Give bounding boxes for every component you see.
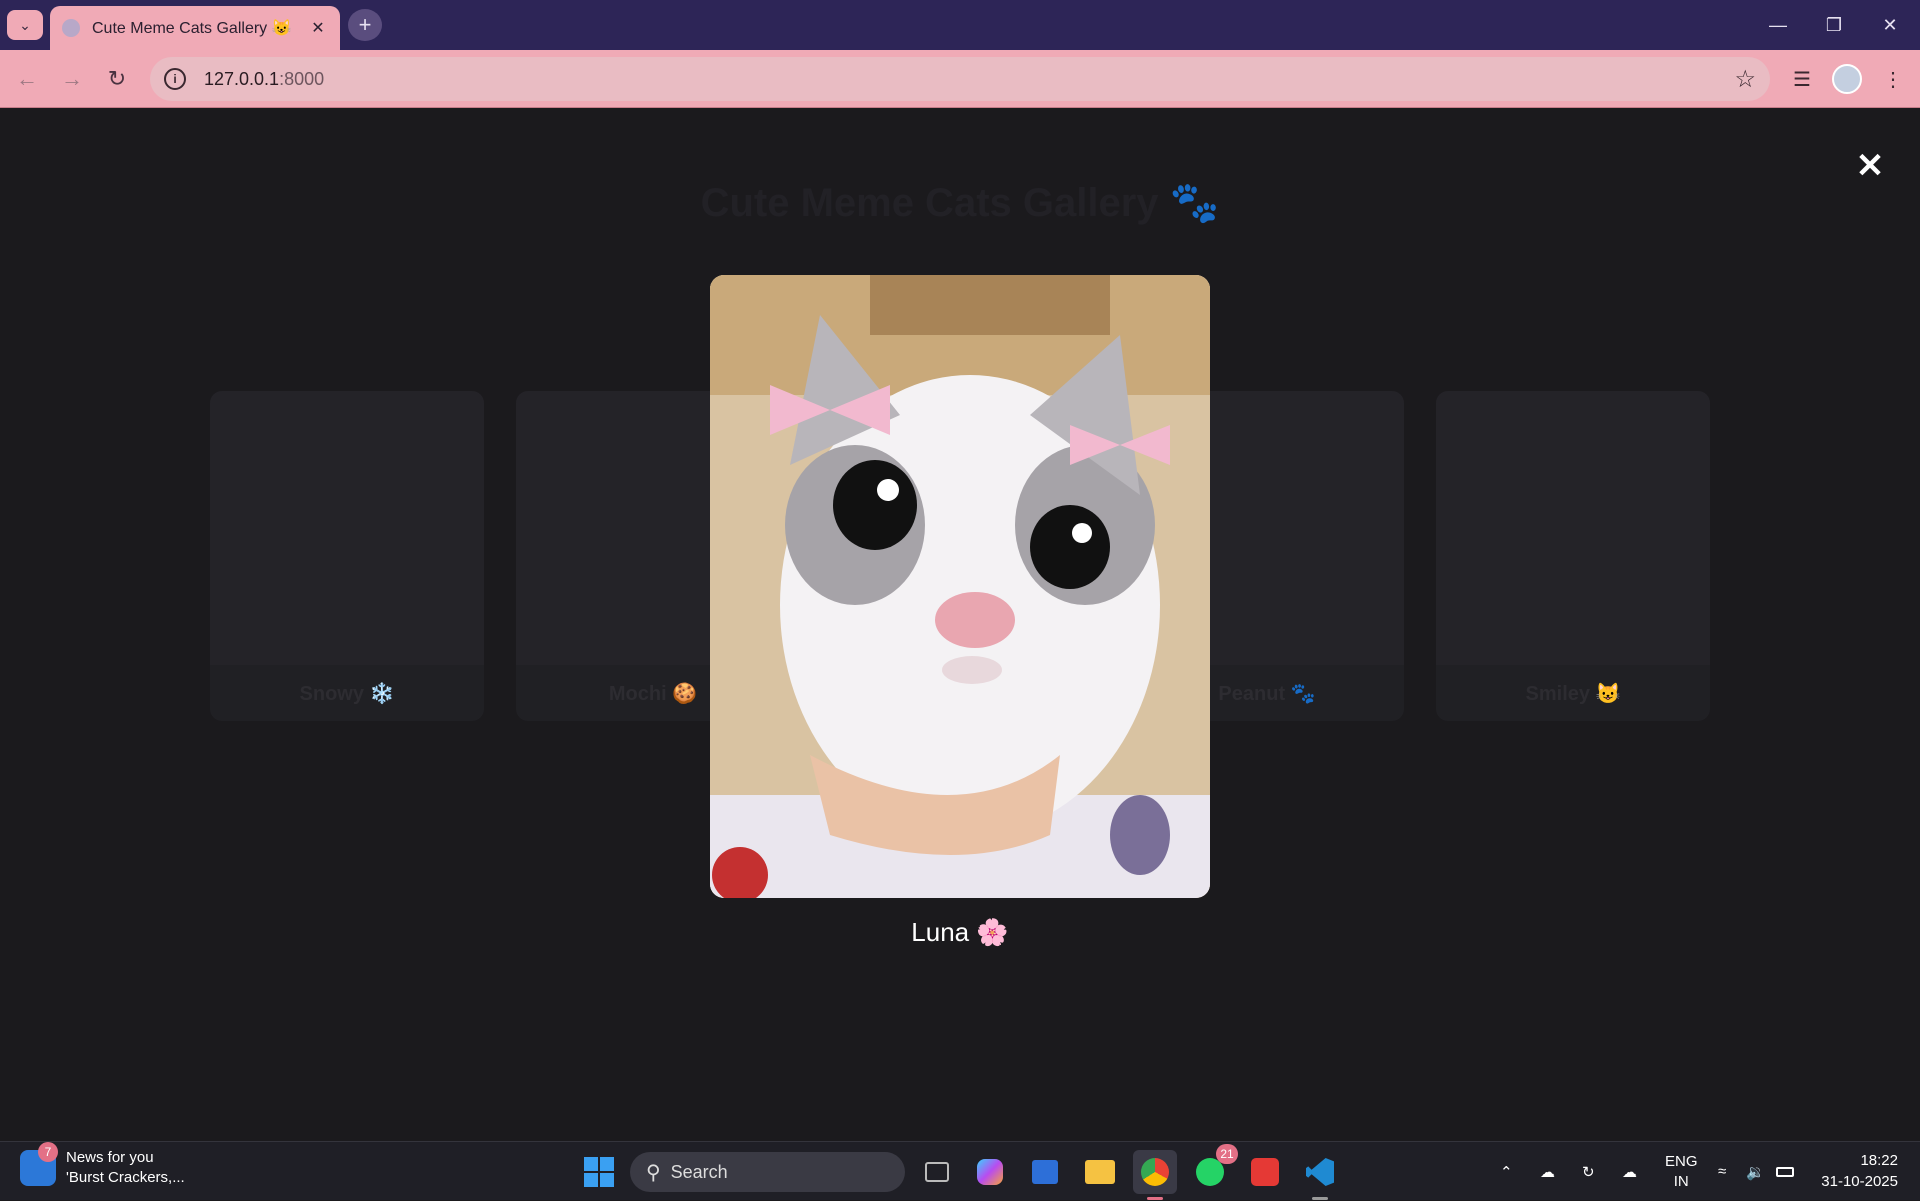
forward-button[interactable]: → [55,62,89,96]
avatar [1832,64,1862,94]
cat-name: Snowy ❄️ [299,682,395,705]
url-host: 127.0.0.1 [204,68,280,89]
news-widget[interactable]: 7 News for you 'Burst Crackers,... [20,1142,185,1188]
new-tab-button[interactable]: + [348,9,382,41]
reload-button[interactable]: ↻ [100,62,134,96]
store-button[interactable] [1023,1150,1067,1194]
battery-icon[interactable] [1776,1142,1794,1201]
page-content: Cute Meme Cats Gallery 🐾 Snowy ❄️ Mochi … [0,109,1920,1141]
chevron-down-icon: ⌄ [19,16,31,33]
arrow-right-icon: → [61,66,83,91]
wps-office-button[interactable] [1243,1150,1287,1194]
weather-news-icon: 7 [20,1142,58,1186]
profile-button[interactable] [1830,62,1864,96]
file-explorer-button[interactable] [1078,1150,1122,1194]
windows-logo-icon [584,1157,614,1187]
language-code: ENG [1665,1152,1698,1170]
whatsapp-button[interactable]: 21 [1188,1144,1238,1194]
tab-strip: ⌄ Cute Meme Cats Gallery 😺 ✕ + — ❐ ✕ [0,0,1920,50]
onedrive-icon[interactable]: ☁ [1540,1142,1555,1201]
folder-icon [1085,1160,1115,1184]
minimize-button[interactable]: — [1750,8,1806,42]
cat-photo [210,391,484,665]
taskbar: 7 News for you 'Burst Crackers,... ⚲ Sea… [0,1141,1920,1200]
language-indicator[interactable]: ENG IN [1665,1142,1698,1201]
modal-close-button[interactable]: ✕ [1848,144,1892,188]
news-title: News for you [66,1149,154,1166]
copilot-icon [977,1159,1003,1185]
sync-icon[interactable]: ↻ [1582,1142,1595,1201]
clock-date: 31-10-2025 [1821,1173,1898,1190]
start-button[interactable] [577,1150,621,1194]
cat-name: Smiley 😺 [1525,682,1621,705]
cat-card[interactable]: Snowy ❄️ [210,391,484,721]
news-badge: 7 [38,1142,58,1162]
chrome-icon [1141,1158,1169,1186]
bookmark-star-icon[interactable]: ☆ [1734,65,1756,94]
task-view-icon [925,1162,949,1182]
show-hidden-icons-button[interactable]: ⌃ [1500,1142,1513,1201]
cloud-status-icon[interactable]: ☁ [1622,1142,1637,1201]
page-title: Cute Meme Cats Gallery 🐾 [700,181,1220,225]
site-info-icon[interactable]: i [164,68,186,90]
store-icon [1032,1160,1058,1184]
wps-icon [1251,1158,1279,1186]
whatsapp-badge: 21 [1216,1144,1238,1164]
menu-kebab-icon[interactable]: ⋮ [1876,62,1910,96]
vscode-icon [1306,1158,1334,1186]
clock[interactable]: 18:22 31-10-2025 [1818,1150,1898,1192]
search-icon: ⚲ [646,1161,661,1184]
tab-title: Cute Meme Cats Gallery 😺 [92,20,292,37]
tab-active[interactable]: Cute Meme Cats Gallery 😺 ✕ [50,6,340,50]
browser-toolbar: ← → ↻ i 127.0.0.1:8000 ☆ ☰ ⋮ [0,50,1920,108]
arrow-left-icon: ← [16,66,38,91]
favicon-icon [62,19,80,37]
address-bar[interactable]: i 127.0.0.1:8000 ☆ [150,57,1770,101]
close-window-button[interactable]: ✕ [1862,8,1918,42]
task-view-button[interactable] [915,1150,959,1194]
chrome-button[interactable] [1133,1150,1177,1200]
clock-time: 18:22 [1860,1152,1898,1169]
vscode-button[interactable] [1298,1150,1342,1200]
restore-button[interactable]: ❐ [1806,8,1862,42]
chevron-up-icon: ⌃ [1500,1163,1513,1181]
copilot-button[interactable] [968,1150,1012,1194]
news-subtitle: 'Burst Crackers,... [66,1169,185,1186]
cat-illustration [710,275,1210,898]
tab-search-button[interactable]: ⌄ [7,10,43,40]
region-code: IN [1673,1172,1689,1190]
cat-card[interactable]: Smiley 😺 [1436,391,1710,721]
cat-photo [1436,391,1710,665]
wifi-icon[interactable]: ≈ [1718,1142,1726,1201]
media-control-icon[interactable]: ☰ [1785,62,1819,96]
url-port: :8000 [279,68,325,89]
taskbar-search[interactable]: ⚲ Search [630,1152,905,1192]
volume-icon[interactable]: 🔉 [1746,1142,1765,1201]
reload-icon: ↻ [107,66,127,91]
modal-caption: Luna 🌸 [911,917,1009,947]
back-button[interactable]: ← [10,62,44,96]
tab-close-icon[interactable]: ✕ [308,18,328,38]
modal-cat-image [710,275,1210,898]
search-label: Search [670,1161,728,1182]
